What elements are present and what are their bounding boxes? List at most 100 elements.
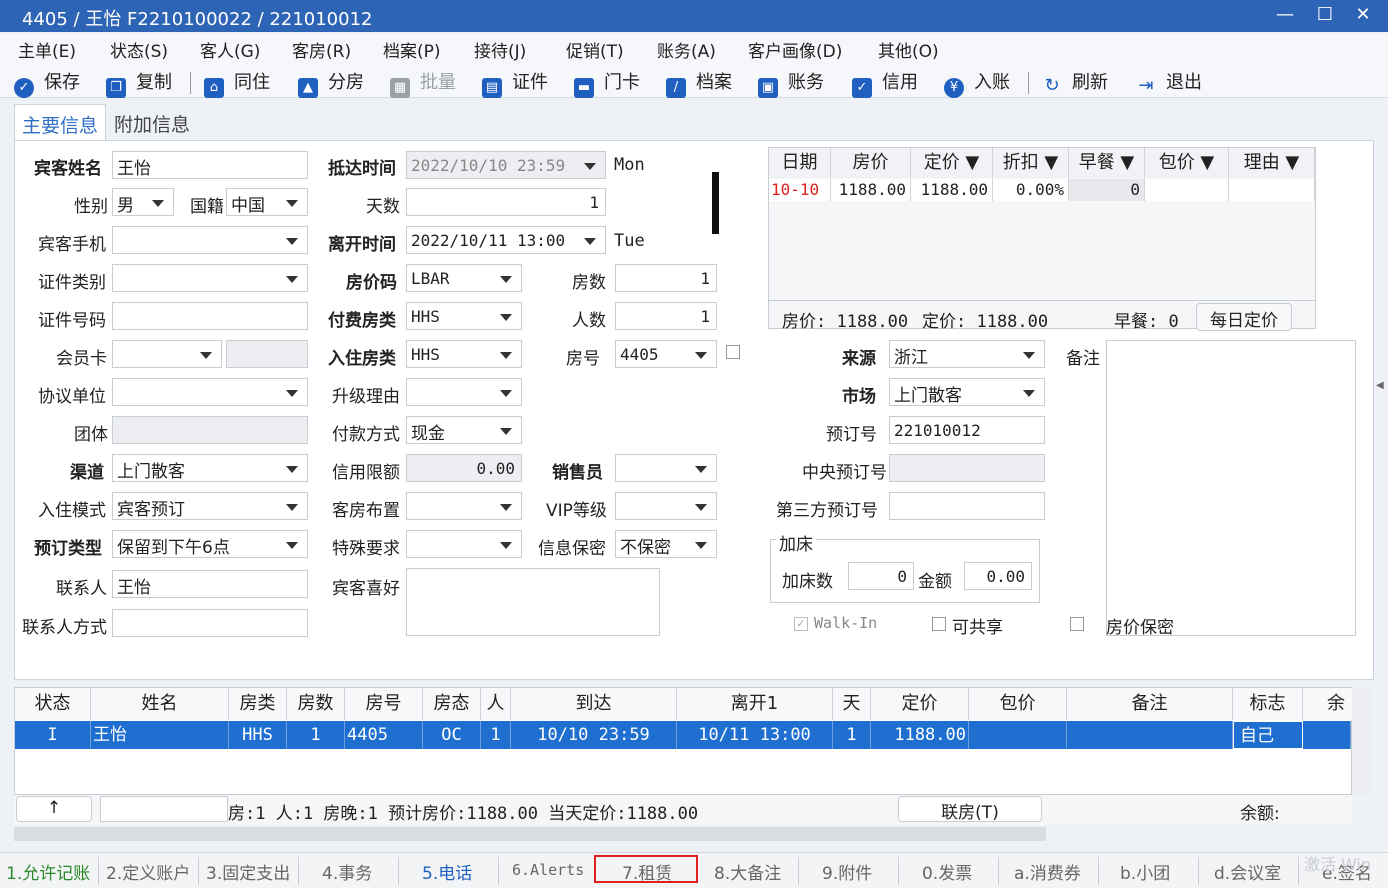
id-number-field[interactable] bbox=[112, 302, 308, 330]
tab-define-account[interactable]: 2.定义账户 bbox=[106, 859, 190, 884]
room-lock-checkbox[interactable] bbox=[726, 345, 740, 359]
phone-field[interactable] bbox=[112, 226, 308, 254]
tab-affairs[interactable]: 4.事务 bbox=[322, 859, 372, 884]
reservation-no-field[interactable]: 221010012 bbox=[889, 416, 1045, 444]
market-select[interactable]: 上门散客 bbox=[889, 378, 1045, 406]
menu-guest[interactable]: 客人(G) bbox=[200, 37, 260, 62]
menu-room[interactable]: 客房(R) bbox=[292, 37, 351, 62]
minimize-icon[interactable]: — bbox=[1270, 2, 1300, 28]
joint-room-button[interactable]: 联房(T) bbox=[898, 796, 1042, 822]
menu-profile[interactable]: 客户画像(D) bbox=[748, 37, 842, 62]
horizontal-scrollbar[interactable] bbox=[14, 827, 1046, 841]
payment-select[interactable]: 现金 bbox=[406, 416, 522, 444]
source-select[interactable]: 浙江 bbox=[889, 340, 1045, 368]
exit-button[interactable]: ⇥ 退出 bbox=[1136, 68, 1202, 96]
tab-allow-posting[interactable]: 1.允许记账 bbox=[6, 859, 90, 884]
side-collapse-arrow[interactable]: ◀ bbox=[1376, 380, 1384, 394]
tab-voucher[interactable]: a.消费券 bbox=[1014, 859, 1081, 884]
close-icon[interactable]: ✕ bbox=[1348, 2, 1378, 28]
rate-cell-package[interactable] bbox=[1145, 179, 1229, 201]
room-number-select[interactable]: 4405 bbox=[615, 340, 717, 368]
menu-reception[interactable]: 接待(J) bbox=[474, 37, 526, 62]
menu-archive[interactable]: 档案(P) bbox=[383, 37, 441, 62]
batch-button[interactable]: ▦ 批量 bbox=[390, 68, 456, 98]
contact-way-field[interactable] bbox=[112, 609, 308, 637]
extra-bed-amount-field[interactable]: 0.00 bbox=[964, 562, 1032, 590]
account-button[interactable]: ▣ 账务 bbox=[758, 68, 824, 98]
tab-meeting-room[interactable]: d.会议室 bbox=[1214, 859, 1281, 884]
contact-field[interactable]: 王怡 bbox=[112, 570, 308, 598]
tab-extra-info[interactable]: 附加信息 bbox=[114, 110, 190, 137]
maximize-icon[interactable]: ☐ bbox=[1310, 2, 1340, 28]
credit-button[interactable]: ✓ 信用 bbox=[852, 68, 918, 98]
door-card-button[interactable]: ▬ 门卡 bbox=[574, 68, 640, 98]
vip-select[interactable] bbox=[615, 492, 717, 520]
persons-field[interactable]: 1 bbox=[615, 302, 717, 330]
rate-col-breakfast[interactable]: 早餐 ▼ bbox=[1069, 148, 1145, 178]
tab-phone[interactable]: 5.电话 bbox=[422, 859, 472, 884]
days-field[interactable]: 1 bbox=[406, 188, 606, 216]
checkin-roomtype-select[interactable]: HHS bbox=[406, 340, 522, 368]
rate-code-select[interactable]: LBAR bbox=[406, 264, 522, 292]
post-button[interactable]: ¥ 入账 bbox=[944, 68, 1010, 98]
rate-col-package[interactable]: 包价 ▼ bbox=[1145, 148, 1229, 178]
tab-alerts[interactable]: 6.Alerts bbox=[512, 861, 584, 879]
tab-big-remark[interactable]: 8.大备注 bbox=[714, 859, 781, 884]
daily-rate-button[interactable]: 每日定价 bbox=[1196, 303, 1292, 331]
tab-main-info[interactable]: 主要信息 bbox=[14, 104, 106, 140]
split-room-button[interactable]: ▲ 分房 bbox=[298, 68, 364, 98]
special-request-select[interactable] bbox=[406, 530, 522, 558]
rate-cell-discount[interactable]: 0.00% bbox=[993, 179, 1069, 201]
member-card-select[interactable] bbox=[112, 340, 222, 368]
share-button[interactable]: ⌂ 同住 bbox=[204, 68, 270, 98]
copy-button[interactable]: ❐ 复制 bbox=[106, 68, 172, 98]
gender-select[interactable]: 男 bbox=[112, 188, 174, 216]
checkin-mode-select[interactable]: 宾客预订 bbox=[112, 492, 308, 520]
reservation-type-select[interactable]: 保留到下午6点 bbox=[112, 530, 308, 558]
remark-textarea[interactable] bbox=[1106, 340, 1356, 636]
arrival-datetime[interactable]: 2022/10/10 23:59 bbox=[406, 151, 606, 179]
extra-bed-count-field[interactable]: 0 bbox=[848, 562, 914, 590]
channel-select[interactable]: 上门散客 bbox=[112, 454, 308, 482]
departure-datetime[interactable]: 2022/10/11 13:00 bbox=[406, 226, 606, 254]
third-party-field[interactable] bbox=[889, 492, 1045, 520]
move-up-button[interactable]: ↑ bbox=[16, 796, 92, 822]
shareable-checkbox[interactable] bbox=[932, 617, 946, 631]
rate-cell-price[interactable]: 1188.00 bbox=[831, 179, 911, 201]
privacy-select[interactable]: 不保密 bbox=[615, 530, 717, 558]
rate-cell-fixed[interactable]: 1188.00 bbox=[911, 179, 993, 201]
menu-account[interactable]: 账务(A) bbox=[657, 37, 716, 62]
menu-promo[interactable]: 促销(T) bbox=[566, 37, 624, 62]
tab-invoice[interactable]: 0.发票 bbox=[922, 859, 972, 884]
paid-roomtype-select[interactable]: HHS bbox=[406, 302, 522, 330]
guest-name-field[interactable]: 王怡 bbox=[112, 151, 308, 179]
walkin-checkbox[interactable]: ✓ bbox=[794, 617, 808, 631]
grid-scrollbar[interactable] bbox=[1352, 687, 1370, 795]
rate-cell-breakfast[interactable]: 0 bbox=[1069, 179, 1145, 201]
rate-col-discount[interactable]: 折扣 ▼ bbox=[993, 148, 1069, 178]
id-type-select[interactable] bbox=[112, 264, 308, 292]
summary-search-field[interactable] bbox=[100, 796, 228, 822]
menu-status[interactable]: 状态(S) bbox=[110, 37, 168, 62]
menu-main[interactable]: 主单(E) bbox=[18, 37, 76, 62]
tab-rental[interactable]: 7.租赁 bbox=[622, 859, 672, 884]
room-layout-select[interactable] bbox=[406, 492, 522, 520]
refresh-button[interactable]: ↻ 刷新 bbox=[1042, 68, 1108, 96]
tab-fixed-expense[interactable]: 3.固定支出 bbox=[206, 859, 290, 884]
rate-cell-date[interactable]: 10-10 bbox=[769, 179, 831, 201]
upgrade-reason-select[interactable] bbox=[406, 378, 522, 406]
tab-attachments[interactable]: 9.附件 bbox=[822, 859, 872, 884]
rate-secret-checkbox[interactable] bbox=[1070, 617, 1084, 631]
agreement-select[interactable] bbox=[112, 378, 308, 406]
save-button[interactable]: ✓ 保存 bbox=[14, 68, 80, 98]
rooms-field[interactable]: 1 bbox=[615, 264, 717, 292]
archive-button[interactable]: / 档案 bbox=[666, 68, 732, 98]
salesperson-select[interactable] bbox=[615, 454, 717, 482]
menu-other[interactable]: 其他(O) bbox=[878, 37, 939, 62]
rate-col-fixed[interactable]: 定价 ▼ bbox=[911, 148, 993, 178]
tab-small-group[interactable]: b.小团 bbox=[1120, 859, 1170, 884]
preference-textarea[interactable] bbox=[406, 568, 660, 636]
rate-cell-reason[interactable] bbox=[1229, 179, 1315, 201]
certificate-button[interactable]: ▤ 证件 bbox=[482, 68, 548, 98]
nationality-select[interactable]: 中国 bbox=[226, 188, 308, 216]
